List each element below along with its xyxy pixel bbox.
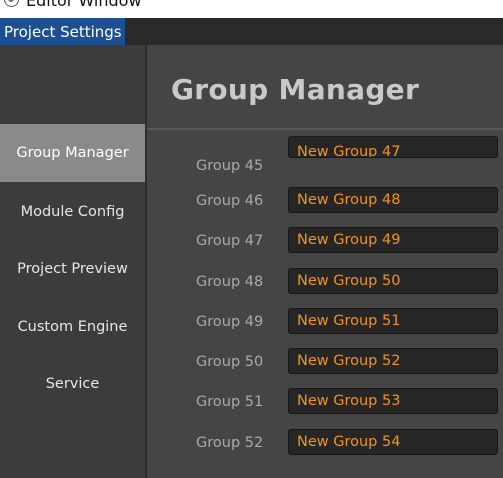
group-row-label: Group 47: [196, 233, 264, 249]
page-header: Group Manager: [147, 45, 503, 128]
group-name-field[interactable]: New Group 51: [288, 308, 498, 334]
app-icon: [4, 0, 19, 7]
group-row: Group 48 New Group 50: [147, 262, 503, 302]
group-name-field[interactable]: New Group 48: [288, 187, 498, 213]
sidebar-item-project-preview[interactable]: Project Preview: [0, 240, 145, 298]
sidebar-item-module-config[interactable]: Module Config: [0, 183, 145, 241]
group-row-label: Group 45: [196, 158, 264, 174]
group-row: Group 45 New Group 47: [147, 136, 503, 186]
group-name-field[interactable]: New Group 53: [288, 388, 498, 414]
group-list[interactable]: Group 45 New Group 47 Group 46 New Group…: [147, 130, 503, 478]
group-row-label: Group 48: [196, 274, 264, 290]
window-title: Editor Window: [26, 0, 142, 10]
sidebar-item-group-manager[interactable]: Group Manager: [0, 124, 145, 182]
group-name-field[interactable]: New Group 49: [288, 227, 498, 253]
group-row: Group 46 New Group 48: [147, 181, 503, 221]
window-titlebar: Editor Window: [0, 0, 503, 18]
group-row: Group 51 New Group 53: [147, 382, 503, 422]
group-row: Group 50 New Group 52: [147, 342, 503, 382]
group-row-label: Group 46: [196, 193, 264, 209]
group-row: Group 47 New Group 49: [147, 221, 503, 261]
sidebar-item-custom-engine[interactable]: Custom Engine: [0, 298, 145, 356]
group-row-label: Group 52: [196, 435, 264, 451]
group-row: Group 52 New Group 54: [147, 423, 503, 463]
group-row-label: Group 51: [196, 394, 264, 410]
group-row-label: Group 50: [196, 354, 264, 370]
group-row: Group 49 New Group 51: [147, 302, 503, 342]
group-name-field[interactable]: New Group 47: [288, 136, 498, 158]
sidebar-item-service[interactable]: Service: [0, 355, 145, 413]
group-name-field[interactable]: New Group 54: [288, 429, 498, 455]
page-title: Group Manager: [171, 73, 420, 106]
main-panel: Group Manager Group 45 New Group 47 Grou…: [147, 45, 503, 478]
tab-bar: Project Settings: [0, 18, 503, 45]
tab-project-settings[interactable]: Project Settings: [0, 18, 125, 45]
group-name-field[interactable]: New Group 50: [288, 268, 498, 294]
sidebar: Group Manager Module Config Project Prev…: [0, 45, 145, 478]
group-name-field[interactable]: New Group 52: [288, 348, 498, 374]
group-row-label: Group 49: [196, 314, 264, 330]
